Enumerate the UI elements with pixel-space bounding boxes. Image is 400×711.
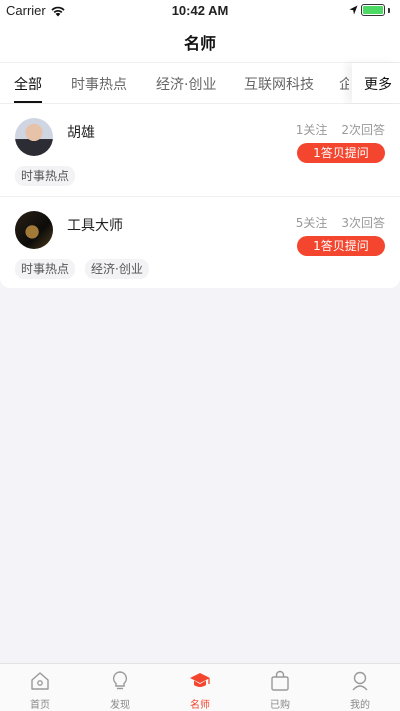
- tabbar-item-mine[interactable]: 我的: [320, 664, 400, 711]
- nav-bar: 名师: [0, 22, 400, 62]
- ask-question-button[interactable]: 1答贝提问: [297, 143, 385, 163]
- battery-icon: [361, 4, 385, 16]
- home-icon: [31, 672, 49, 690]
- tabbar-item-home[interactable]: 首页: [0, 664, 80, 711]
- tabbar-item-teachers[interactable]: 名师: [160, 664, 240, 711]
- tabbar-label: 已购: [270, 700, 290, 711]
- avatar[interactable]: [15, 211, 53, 249]
- tag-list: 时事热点 经济·创业: [15, 259, 149, 279]
- status-right: [349, 4, 390, 16]
- teacher-stats: 1关注 2次回答: [296, 121, 385, 138]
- tab-current-affairs[interactable]: 时事热点: [71, 74, 127, 94]
- tag[interactable]: 时事热点: [15, 259, 76, 279]
- teacher-name: 工具大师: [67, 218, 123, 234]
- teacher-list: 胡雄 1关注 2次回答 1答贝提问 时事热点 工具大师 5关注 3次回答 1答贝…: [0, 104, 400, 288]
- tabbar-label: 发现: [110, 700, 130, 711]
- more-tabs-button[interactable]: 更多: [352, 63, 400, 103]
- tabbar-label: 首页: [30, 700, 50, 711]
- status-time: 10:42 AM: [171, 3, 229, 18]
- avatar[interactable]: [15, 118, 53, 156]
- location-arrow-icon: [349, 5, 358, 15]
- graduation-cap-icon: [190, 673, 210, 687]
- tabbar-label: 名师: [190, 700, 210, 711]
- more-tabs-label: 更多: [364, 77, 392, 93]
- tabbar-label: 我的: [350, 700, 370, 711]
- tab-internet-tech[interactable]: 互联网科技: [244, 74, 314, 94]
- teacher-card[interactable]: 工具大师 5关注 3次回答 1答贝提问 时事热点 经济·创业: [0, 196, 400, 288]
- active-tab-indicator: [14, 101, 42, 103]
- tag[interactable]: 经济·创业: [85, 259, 149, 279]
- teacher-card[interactable]: 胡雄 1关注 2次回答 1答贝提问 时事热点: [0, 104, 400, 196]
- follow-count: 5关注: [295, 216, 328, 230]
- tab-all[interactable]: 全部: [14, 74, 42, 94]
- bottom-tab-bar: 首页 发现 名师 已购 我的: [0, 663, 400, 711]
- answer-count: 3次回答: [341, 216, 385, 230]
- follow-count: 1关注: [295, 123, 328, 137]
- ask-question-button[interactable]: 1答贝提问: [297, 236, 385, 256]
- battery-level: [363, 6, 383, 14]
- tag[interactable]: 时事热点: [15, 166, 76, 186]
- tab-overflow-partial[interactable]: 企: [339, 74, 349, 94]
- teacher-name: 胡雄: [67, 125, 95, 141]
- answer-count: 2次回答: [341, 123, 385, 137]
- page-title: 名师: [183, 34, 216, 53]
- tabbar-item-purchased[interactable]: 已购: [240, 664, 320, 711]
- battery-tip: [388, 7, 390, 13]
- lightbulb-icon: [112, 671, 128, 690]
- tag-list: 时事热点: [15, 166, 76, 186]
- status-bar: Carrier 10:42 AM: [0, 0, 400, 22]
- tabbar-item-discover[interactable]: 发现: [80, 664, 160, 711]
- profile-icon: [352, 671, 368, 691]
- category-tabs: 全部 时事热点 经济·创业 互联网科技 企 更多: [0, 62, 400, 104]
- tab-economy-startup[interactable]: 经济·创业: [156, 74, 216, 94]
- teacher-stats: 5关注 3次回答: [296, 214, 385, 231]
- shopping-bag-icon: [271, 670, 289, 691]
